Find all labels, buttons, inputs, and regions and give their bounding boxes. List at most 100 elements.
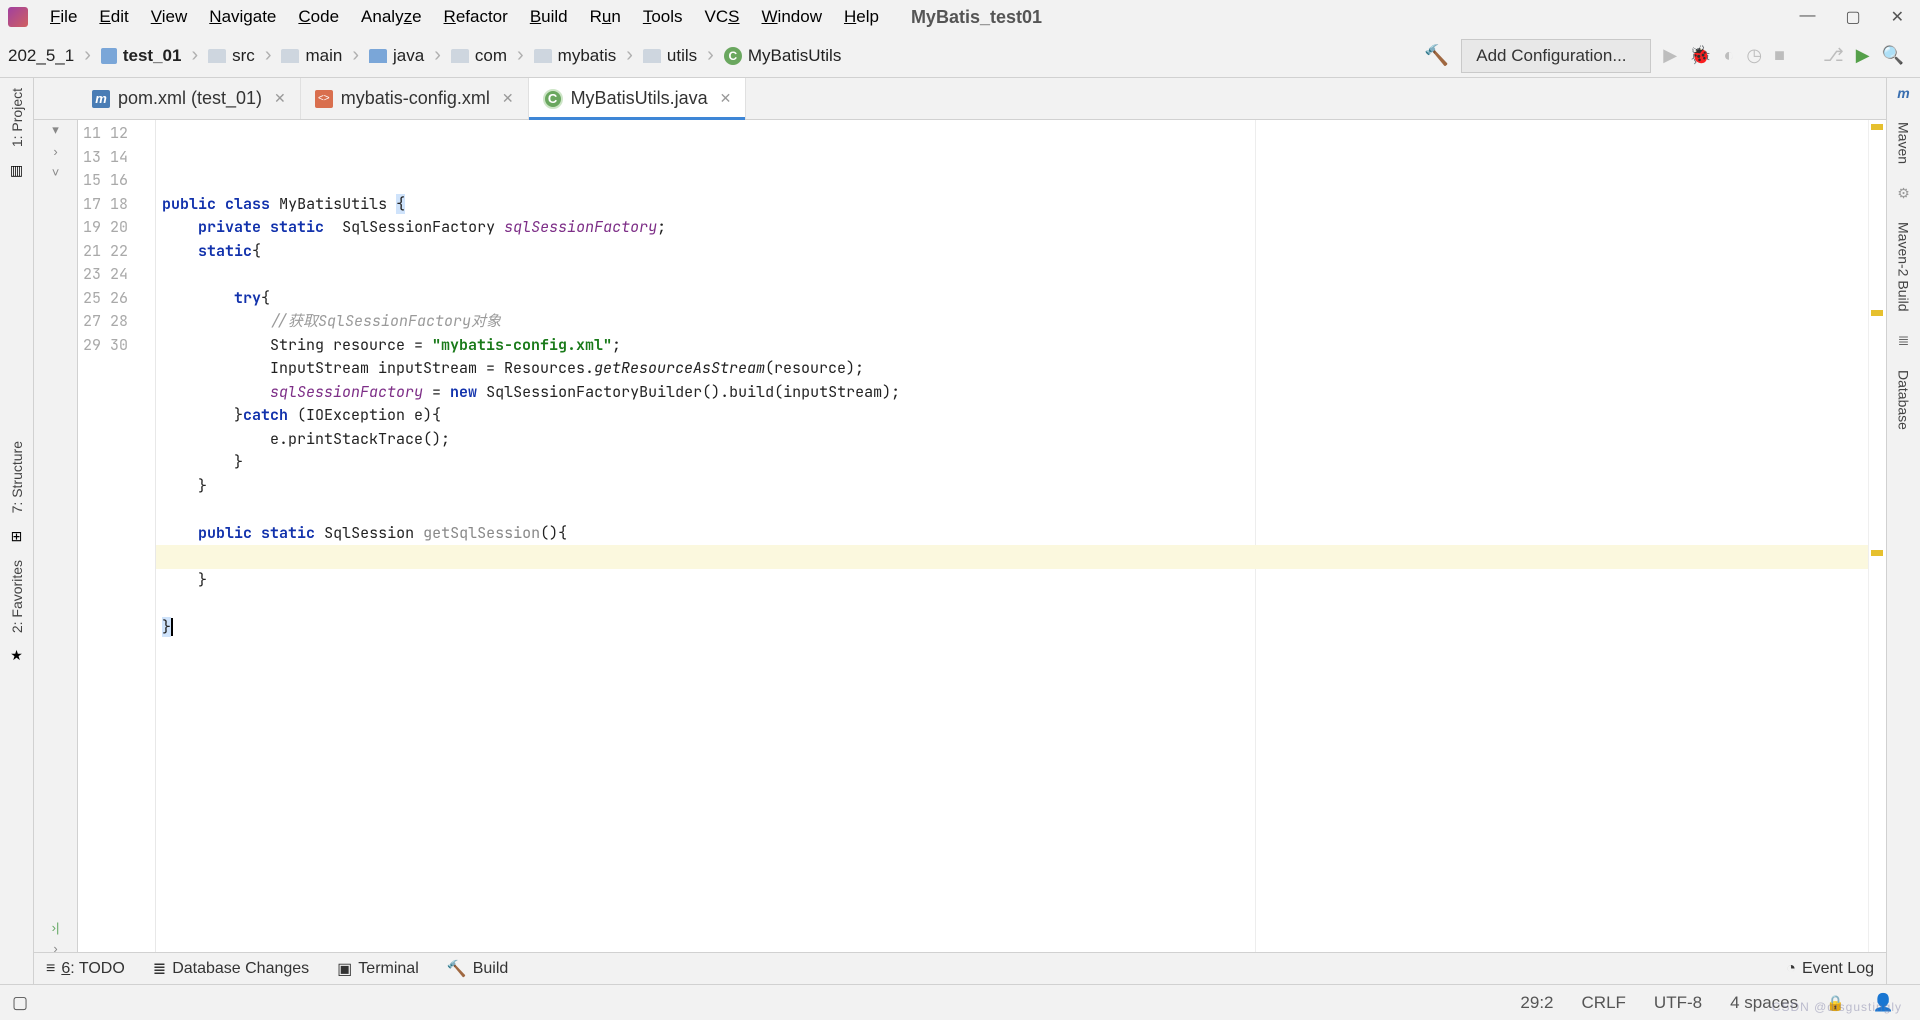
folder-icon (451, 49, 469, 63)
menu-view[interactable]: View (141, 4, 198, 30)
crumb-5[interactable]: com (475, 46, 507, 66)
code: e.printStackTrace(); (270, 429, 450, 449)
type: SqlSessionFactory (342, 217, 495, 237)
code: SqlSessionFactoryBuilder().build(inputSt… (477, 382, 900, 402)
menu-code[interactable]: Code (288, 4, 349, 30)
tab-pom[interactable]: m pom.xml (test_01) ✕ (78, 78, 301, 119)
stop-icon[interactable]: ■ (1774, 45, 1785, 66)
menu-refactor[interactable]: Refactor (434, 4, 518, 30)
right-margin-line (1255, 120, 1256, 956)
close-icon[interactable]: ✕ (720, 90, 732, 107)
toolwin-build[interactable]: 🔨Build (447, 959, 509, 979)
warning-marker[interactable] (1871, 550, 1883, 556)
toolwin-structure[interactable]: 7: Structure (9, 435, 25, 519)
crumb-2[interactable]: src (232, 46, 255, 66)
run-icon[interactable]: ▶ (1663, 45, 1677, 66)
tab-mybatisutils[interactable]: C MyBatisUtils.java ✕ (529, 78, 747, 119)
toolwin-todo[interactable]: ≡6: TODO (46, 960, 125, 978)
crumb-1[interactable]: test_01 (123, 46, 182, 66)
project-folder-icon[interactable]: ▥ (8, 161, 26, 179)
brace: } (198, 570, 207, 590)
crumb-7[interactable]: utils (667, 46, 697, 66)
type: SqlSession (324, 523, 414, 543)
menu-edit[interactable]: Edit (89, 4, 138, 30)
menu-window[interactable]: Window (752, 4, 832, 30)
toolwin-terminal[interactable]: ▣Terminal (337, 959, 419, 979)
chevron-right-icon[interactable]: › (53, 144, 57, 159)
toolwin-dbchanges[interactable]: ≣Database Changes (153, 959, 309, 979)
run-config-combo[interactable]: Add Configuration... (1461, 39, 1651, 73)
toolwin-project[interactable]: 1: Project (9, 82, 25, 153)
debug-icon[interactable]: 🐞 (1689, 45, 1711, 66)
tab-config[interactable]: <> mybatis-config.xml ✕ (301, 78, 529, 119)
close-icon[interactable]: ✕ (274, 90, 286, 107)
editor-left-col: ▾ › ˅ ›| › (34, 120, 78, 956)
folder-icon (208, 49, 226, 63)
expand-icon[interactable]: ›| (52, 920, 60, 935)
toolwin-favorites[interactable]: 2: Favorites (9, 554, 25, 639)
string: "mybatis-config.xml" (432, 335, 612, 355)
method: getResourceAsStream (594, 358, 765, 378)
search-everywhere-icon[interactable]: 🔍 (1882, 45, 1904, 66)
folder-icon (643, 49, 661, 63)
xml-file-icon: <> (315, 90, 333, 108)
maven-file-icon: m (92, 90, 110, 108)
toolwin-eventlog[interactable]: ◔Event Log (1786, 960, 1874, 978)
status-eol[interactable]: CRLF (1568, 993, 1640, 1013)
module-icon (101, 48, 117, 64)
window-minimize[interactable]: — (1799, 7, 1815, 27)
window-close[interactable]: ✕ (1891, 7, 1904, 27)
crumb-0[interactable]: 202_5_1 (8, 46, 74, 66)
maven-icon[interactable]: m (1895, 84, 1913, 102)
field: sqlSessionFactory (504, 217, 657, 237)
breadcrumb[interactable]: 202_5_1› test_01› src› main› java› com› … (6, 44, 843, 67)
build-icon[interactable]: 🔨 (1424, 43, 1449, 68)
brace: { (261, 288, 270, 308)
menu-vcs[interactable]: VCS (695, 4, 750, 30)
editor-area[interactable]: ▾ › ˅ ›| › 11 12 13 14 15 16 17 18 19 20… (34, 120, 1886, 956)
caret (171, 618, 173, 636)
menu-help[interactable]: Help (834, 4, 889, 30)
brace: { (252, 241, 261, 261)
menu-tools[interactable]: Tools (633, 4, 693, 30)
crumb-8[interactable]: MyBatisUtils (748, 46, 842, 66)
status-caret-pos[interactable]: 29:2 (1506, 993, 1567, 1013)
line-gutter[interactable]: 11 12 13 14 15 16 17 18 19 20 21 22 23 2… (78, 120, 142, 956)
menu-navigate[interactable]: Navigate (199, 4, 286, 30)
status-encoding[interactable]: UTF-8 (1640, 993, 1716, 1013)
close-icon[interactable]: ✕ (502, 90, 514, 107)
gear-icon[interactable]: ⚙ (1895, 184, 1913, 202)
fold-column[interactable] (142, 120, 156, 956)
toolwin-maven2[interactable]: Maven-2 Build (1896, 216, 1912, 318)
database-icon[interactable]: ≣ (1895, 332, 1913, 350)
menu-file[interactable]: File (40, 4, 87, 30)
git-icon[interactable]: ⎇ (1823, 45, 1844, 66)
brace: } (234, 405, 243, 425)
marker-stripe[interactable] (1868, 120, 1886, 956)
coverage-icon[interactable]: ◐ (1724, 45, 1735, 66)
label: Terminal (358, 960, 418, 978)
code: (IOException e){ (288, 405, 441, 425)
favorites-icon[interactable]: ★ (8, 647, 26, 665)
menu-run[interactable]: Run (580, 4, 631, 30)
status-icon[interactable]: ▢ (12, 993, 28, 1013)
label: Database Changes (172, 960, 309, 978)
chevron-down-icon[interactable]: ˅ (52, 165, 60, 180)
warning-marker[interactable] (1871, 310, 1883, 316)
label: Build (473, 960, 509, 978)
warning-marker[interactable] (1871, 124, 1883, 130)
window-maximize[interactable]: ▢ (1845, 7, 1860, 27)
crumb-6[interactable]: mybatis (558, 46, 617, 66)
code-area[interactable]: public class MyBatisUtils { private stat… (156, 120, 1868, 956)
crumb-3[interactable]: main (305, 46, 342, 66)
menu-analyze[interactable]: Analyze (351, 4, 432, 30)
menu-build[interactable]: Build (520, 4, 578, 30)
run-anything-icon[interactable]: ▶ (1856, 45, 1870, 66)
structure-icon[interactable]: ⊞ (8, 528, 26, 546)
chevron-down-icon[interactable]: ▾ (52, 122, 59, 138)
code: InputStream inputStream = Resources. (270, 358, 594, 378)
toolwin-database[interactable]: Database (1896, 364, 1912, 436)
profile-icon[interactable]: ◷ (1746, 45, 1762, 66)
toolwin-maven[interactable]: Maven (1896, 116, 1912, 170)
crumb-4[interactable]: java (393, 46, 424, 66)
